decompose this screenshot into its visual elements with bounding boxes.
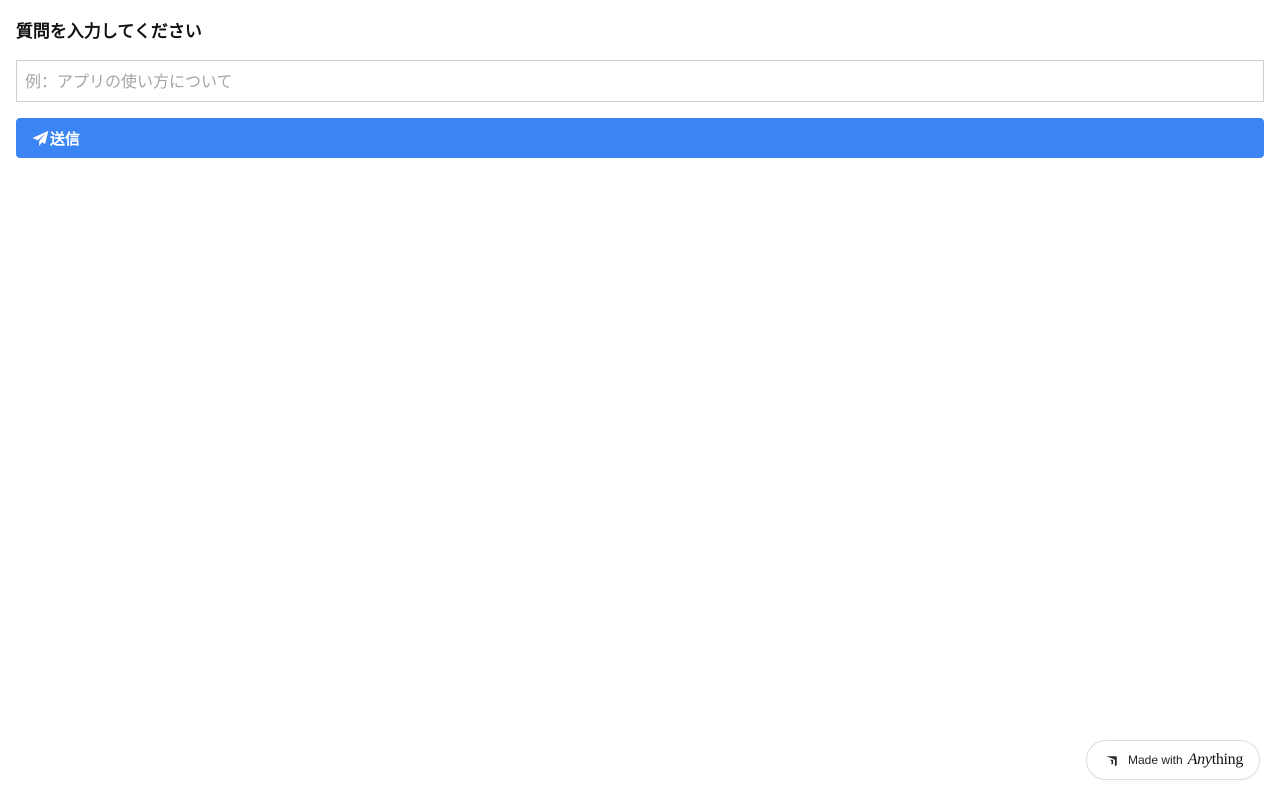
question-label: 質問を入力してください bbox=[16, 22, 202, 42]
page: 質問を入力してください 送信 Made with Anything bbox=[0, 0, 1280, 800]
made-with-text: Made with bbox=[1128, 753, 1183, 767]
submit-button-label: 送信 bbox=[50, 129, 81, 148]
submit-button[interactable]: 送信 bbox=[16, 118, 1264, 158]
wordmark-thing: thing bbox=[1211, 751, 1244, 768]
anything-wordmark: Anything bbox=[1187, 751, 1244, 769]
made-with-anything-badge[interactable]: Made with Anything bbox=[1086, 740, 1260, 780]
wordmark-any: Any bbox=[1187, 751, 1212, 768]
paper-plane-icon bbox=[32, 130, 49, 147]
question-input[interactable] bbox=[16, 60, 1264, 102]
anything-logo-icon bbox=[1105, 753, 1120, 768]
